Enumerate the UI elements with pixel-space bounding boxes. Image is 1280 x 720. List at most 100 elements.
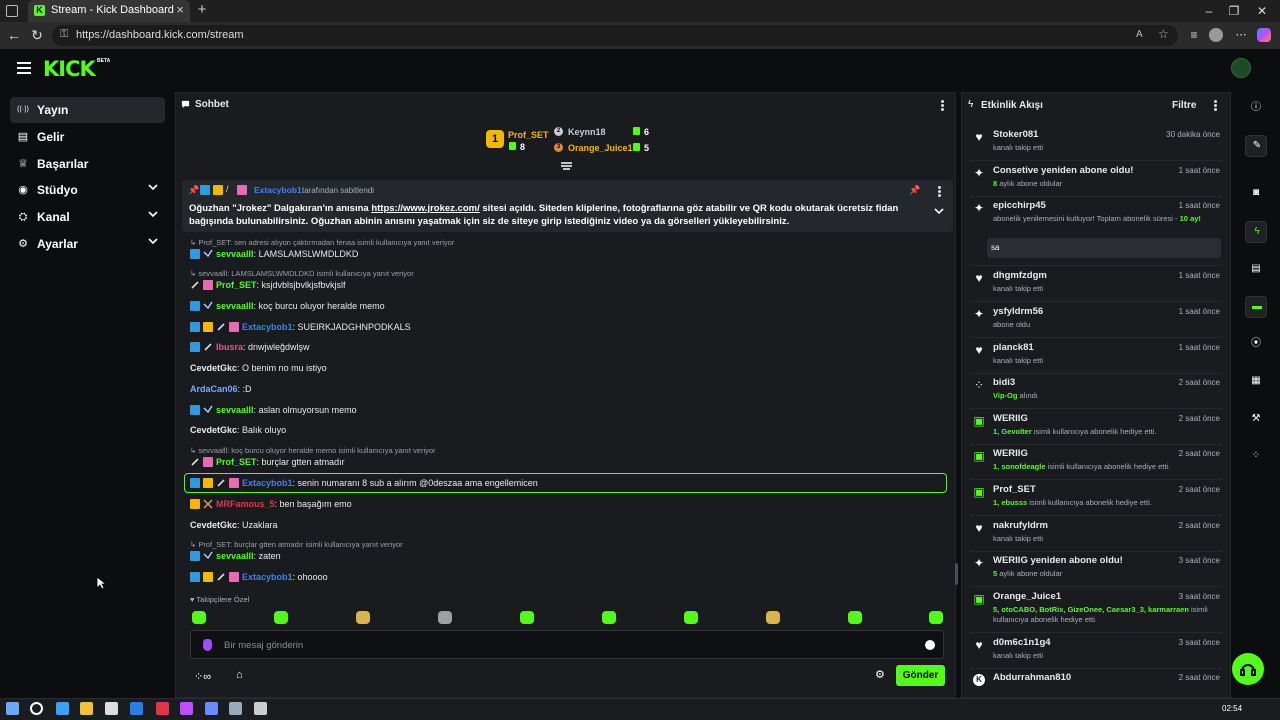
chat-username[interactable]: Extacybob1 (242, 478, 293, 488)
activity-item[interactable]: ♥ planck81 1 saat önce kanalı takip etti (970, 340, 1222, 374)
activity-item[interactable]: ▣ WERIIG 2 saat önce 1, sonofdeagle isimli … (970, 446, 1222, 480)
hamburger-menu-icon[interactable] (17, 62, 31, 74)
activity-username[interactable]: ysfyldrm56 (993, 306, 1043, 317)
chat-username[interactable]: Ibusra (216, 342, 243, 352)
activity-username[interactable]: Stoker081 (993, 129, 1038, 140)
chat-username[interactable]: Extacybob1 (242, 572, 293, 582)
emote-icon[interactable] (602, 611, 616, 624)
pinned-link[interactable]: https://www.jrokez.com/ (371, 203, 479, 214)
tab-actions-icon[interactable] (6, 5, 18, 17)
activity-item[interactable]: ▣ Orange_Juice1 3 saat önce 5, otoCABO, Bot… (970, 589, 1222, 633)
expand-pinned-icon[interactable] (934, 208, 944, 215)
chat-username[interactable]: Prof_SET (216, 280, 257, 290)
chat-username[interactable]: sevvaalll (216, 405, 254, 415)
activity-item[interactable]: K Abdurrahman810 2 saat önce (970, 670, 1222, 690)
favorites-icon[interactable]: ≡ (1186, 27, 1202, 43)
chat-username[interactable]: sevvaalll (216, 249, 254, 259)
chat-username[interactable]: CevdetGkc (190, 425, 237, 435)
activity-username[interactable]: bidi3 (993, 377, 1015, 388)
refresh-icon[interactable]: ↻ (29, 27, 45, 43)
rail-broadcast-icon[interactable]: ⦿ (1245, 334, 1267, 356)
rail-cards-icon[interactable]: ▦ (1245, 371, 1267, 393)
sidebar-item-3[interactable]: ◉ Stüdyo (10, 177, 165, 203)
activity-item[interactable]: ♥ d0m6c1n1g4 3 saat önce kanalı takip etti (970, 635, 1222, 669)
obs-icon[interactable] (254, 702, 267, 715)
activity-username[interactable]: Abdurrahman810 (993, 672, 1071, 683)
activity-item[interactable]: ✦ Consetive yeniden abone oldu! 1 saat önc… (970, 163, 1222, 197)
chat-username[interactable]: sevvaalll (216, 551, 254, 561)
activity-username[interactable]: d0m6c1n1g4 (993, 637, 1051, 648)
chat-username[interactable]: sevvaalll (216, 301, 254, 311)
activity-username[interactable]: dhgmfzdgm (993, 270, 1047, 281)
chat-message-input[interactable]: Bir mesaj gönderin (190, 630, 944, 659)
rail-camera-icon[interactable]: ◙ (1245, 183, 1267, 205)
chevron-down-icon[interactable] (147, 181, 159, 193)
unpin-icon[interactable]: 📌 (909, 185, 920, 196)
chat-settings-gear-icon[interactable]: ⚙ (875, 670, 885, 681)
chat-username[interactable]: CevdetGkc (190, 520, 237, 530)
address-bar[interactable]: ⚿ https://dashboard.kick.com/stream A ☆ (52, 25, 1178, 46)
rail-document-icon[interactable]: ▤ (1245, 259, 1267, 281)
activity-item[interactable]: ▣ WERIIG 2 saat önce 1, Gevolter isimli kul… (970, 411, 1222, 445)
activity-username[interactable]: WERIIG yeniden abone oldu! (993, 555, 1123, 566)
rail-chat-bubble-icon[interactable]: ▬ (1245, 296, 1267, 318)
activity-username[interactable]: WERIIG (993, 448, 1028, 459)
copilot-icon[interactable] (1257, 28, 1271, 42)
chat-username[interactable]: ArdaCan06 (190, 384, 238, 394)
steam-icon[interactable] (229, 702, 242, 715)
sidebar-item-0[interactable]: ((·)) Yayın (10, 97, 165, 123)
activity-options-icon[interactable] (1214, 100, 1217, 111)
outlook-icon[interactable] (130, 702, 143, 715)
emote-icon[interactable] (929, 611, 943, 624)
activity-item[interactable]: ▣ Prof_SET 2 saat önce 1, ebusss isimli kul… (970, 482, 1222, 516)
file-explorer-icon[interactable] (80, 702, 93, 715)
rail-info-icon[interactable]: ⓘ (1245, 98, 1267, 120)
rail-kicks-icon[interactable]: ⁘ (1245, 446, 1267, 468)
emote-icon[interactable] (520, 611, 534, 624)
emote-icon[interactable] (766, 611, 780, 624)
activity-username[interactable]: WERIIG (993, 413, 1028, 424)
activity-username[interactable]: Consetive yeniden abone oldu! (993, 165, 1133, 176)
sidebar-item-2[interactable]: ♕ Başarılar (10, 151, 165, 177)
windows-start-icon[interactable] (6, 702, 19, 715)
profile-avatar[interactable] (1209, 28, 1223, 42)
emote-icon[interactable] (274, 611, 288, 624)
minimize-icon[interactable]: – (1196, 2, 1222, 20)
favorite-star-icon[interactable]: ☆ (1158, 27, 1169, 41)
activity-username[interactable]: epicchirp45 (993, 200, 1046, 211)
leaderboard-name[interactable]: Keynn18 (568, 127, 606, 137)
pinned-by-user[interactable]: Extacybob1 (254, 185, 302, 195)
emote-icon[interactable] (438, 611, 452, 624)
sidebar-item-1[interactable]: ▤ Gelir (10, 124, 165, 150)
search-icon[interactable] (30, 702, 43, 715)
back-icon[interactable]: ← (6, 27, 22, 43)
more-icon[interactable]: ⋯ (1233, 27, 1249, 43)
chevron-down-icon[interactable] (147, 208, 159, 220)
chat-username[interactable]: Prof_SET (216, 457, 257, 467)
chat-username[interactable]: Extacybob1 (242, 322, 293, 332)
activity-username[interactable]: planck81 (993, 342, 1034, 353)
site-info-icon[interactable]: ⚿ (60, 28, 74, 42)
chat-scrollbar[interactable] (955, 563, 958, 585)
copilot-icon[interactable] (180, 702, 193, 715)
read-aloud-icon[interactable]: A (1136, 29, 1143, 40)
reply-context[interactable]: ↳ sevvaalll: koç burcu oluyor heralde me… (190, 446, 436, 455)
activity-item[interactable]: ✦ ysfyldrm56 1 saat önce abone oldu (970, 304, 1222, 338)
emote-icon[interactable] (356, 611, 370, 624)
kick-logo[interactable]: KICK (43, 57, 96, 81)
activity-username[interactable]: Prof_SET (993, 484, 1036, 495)
emote-icon[interactable] (684, 611, 698, 624)
app-icon[interactable] (205, 702, 218, 715)
microphone-icon[interactable] (203, 639, 212, 651)
chat-options-icon[interactable] (941, 100, 944, 111)
activity-filter-button[interactable]: Filtre (1172, 100, 1196, 111)
activity-username[interactable]: Orange_Juice1 (993, 591, 1061, 602)
chevron-down-icon[interactable] (147, 235, 159, 247)
activity-item[interactable]: ♥ nakrufyldrm 2 saat önce kanalı takip etti (970, 518, 1222, 552)
rail-wrench-icon[interactable]: ⚒ (1245, 409, 1267, 431)
chat-username[interactable]: CevdetGkc (190, 363, 237, 373)
rail-edit-icon[interactable]: ✎ (1245, 135, 1267, 157)
activity-item[interactable]: ♥ Stoker081 30 dakika önce kanalı takip ett… (970, 127, 1222, 161)
activity-username[interactable]: nakrufyldrm (993, 520, 1048, 531)
reply-context[interactable]: ↳ Prof_SET: burçlar gtten atmadır isimli… (190, 540, 403, 549)
